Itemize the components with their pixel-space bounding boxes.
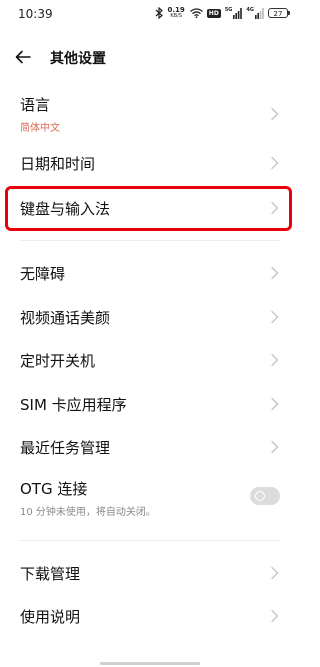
signal-2: 4G: [246, 6, 264, 19]
signal-1: 5G: [224, 6, 243, 19]
page-title: 其他设置: [50, 51, 106, 67]
chevron-right-icon: [271, 440, 279, 454]
setting-item-video-beauty[interactable]: 视频通话美颜: [0, 296, 300, 338]
header: 其他设置: [0, 40, 300, 74]
status-time: 10:39: [18, 7, 53, 21]
hd-badge: HD: [206, 8, 221, 18]
chevron-right-icon: [271, 310, 279, 324]
net-speed-unit: KB/S: [170, 13, 182, 19]
wifi-icon: [189, 8, 203, 18]
setting-item-language-subtitle: 简体中文: [20, 123, 60, 134]
status-icons: 0.19 KB/S HD 5G 4G 27: [155, 6, 290, 20]
home-indicator: [100, 662, 200, 665]
net-speed: 0.19 KB/S: [168, 7, 185, 20]
signal-1-icon: [233, 7, 243, 19]
setting-item-scheduled-power-title: 定时开关机: [20, 352, 96, 370]
setting-item-recent-tasks[interactable]: 最近任务管理: [0, 426, 300, 468]
setting-item-keyboard-input[interactable]: 键盘与输入法: [0, 187, 300, 229]
section-divider: [20, 540, 280, 541]
setting-item-user-guide-title: 使用说明: [20, 608, 81, 626]
setting-item-sim-apps-title: SIM 卡应用程序: [20, 396, 127, 414]
setting-item-language[interactable]: 语言 简体中文: [0, 88, 300, 140]
setting-item-keyboard-input-title: 键盘与输入法: [20, 200, 111, 218]
setting-item-scheduled-power[interactable]: 定时开关机: [0, 339, 300, 381]
signal-2-icon: [255, 7, 264, 19]
setting-item-language-title: 语言: [20, 96, 51, 114]
chevron-right-icon: [271, 156, 279, 170]
section-divider: [20, 240, 280, 241]
setting-item-sim-apps[interactable]: SIM 卡应用程序: [0, 383, 300, 425]
battery-icon: 27: [268, 8, 290, 18]
bluetooth-icon: [155, 7, 163, 19]
chevron-right-icon: [271, 353, 279, 367]
chevron-right-icon: [271, 566, 279, 580]
back-button[interactable]: [12, 46, 34, 68]
signal-2-tag: 4G: [246, 6, 254, 13]
chevron-right-icon: [271, 266, 279, 280]
setting-item-otg-subtitle: 10 分钟未使用，将自动关闭。: [20, 507, 156, 518]
chevron-right-icon: [271, 609, 279, 623]
setting-item-download-manager-title: 下载管理: [20, 565, 81, 583]
signal-1-tag: 5G: [224, 6, 233, 13]
otg-toggle[interactable]: [250, 487, 280, 505]
setting-item-video-beauty-title: 视频通话美颜: [20, 309, 111, 327]
setting-item-date-time-title: 日期和时间: [20, 155, 96, 173]
setting-item-user-guide[interactable]: 使用说明: [0, 595, 300, 637]
back-arrow-icon: [15, 50, 31, 64]
chevron-right-icon: [271, 201, 279, 215]
chevron-right-icon: [271, 107, 279, 121]
setting-item-accessibility-title: 无障碍: [20, 265, 66, 283]
setting-item-date-time[interactable]: 日期和时间: [0, 142, 300, 184]
setting-item-recent-tasks-title: 最近任务管理: [20, 439, 111, 457]
setting-item-accessibility[interactable]: 无障碍: [0, 252, 300, 294]
status-bar: 10:39 0.19 KB/S HD 5G 4G 27: [0, 0, 300, 28]
setting-item-download-manager[interactable]: 下载管理: [0, 552, 300, 594]
otg-toggle-knob: [255, 491, 265, 501]
chevron-right-icon: [271, 397, 279, 411]
setting-item-otg-title: OTG 连接: [20, 480, 88, 498]
